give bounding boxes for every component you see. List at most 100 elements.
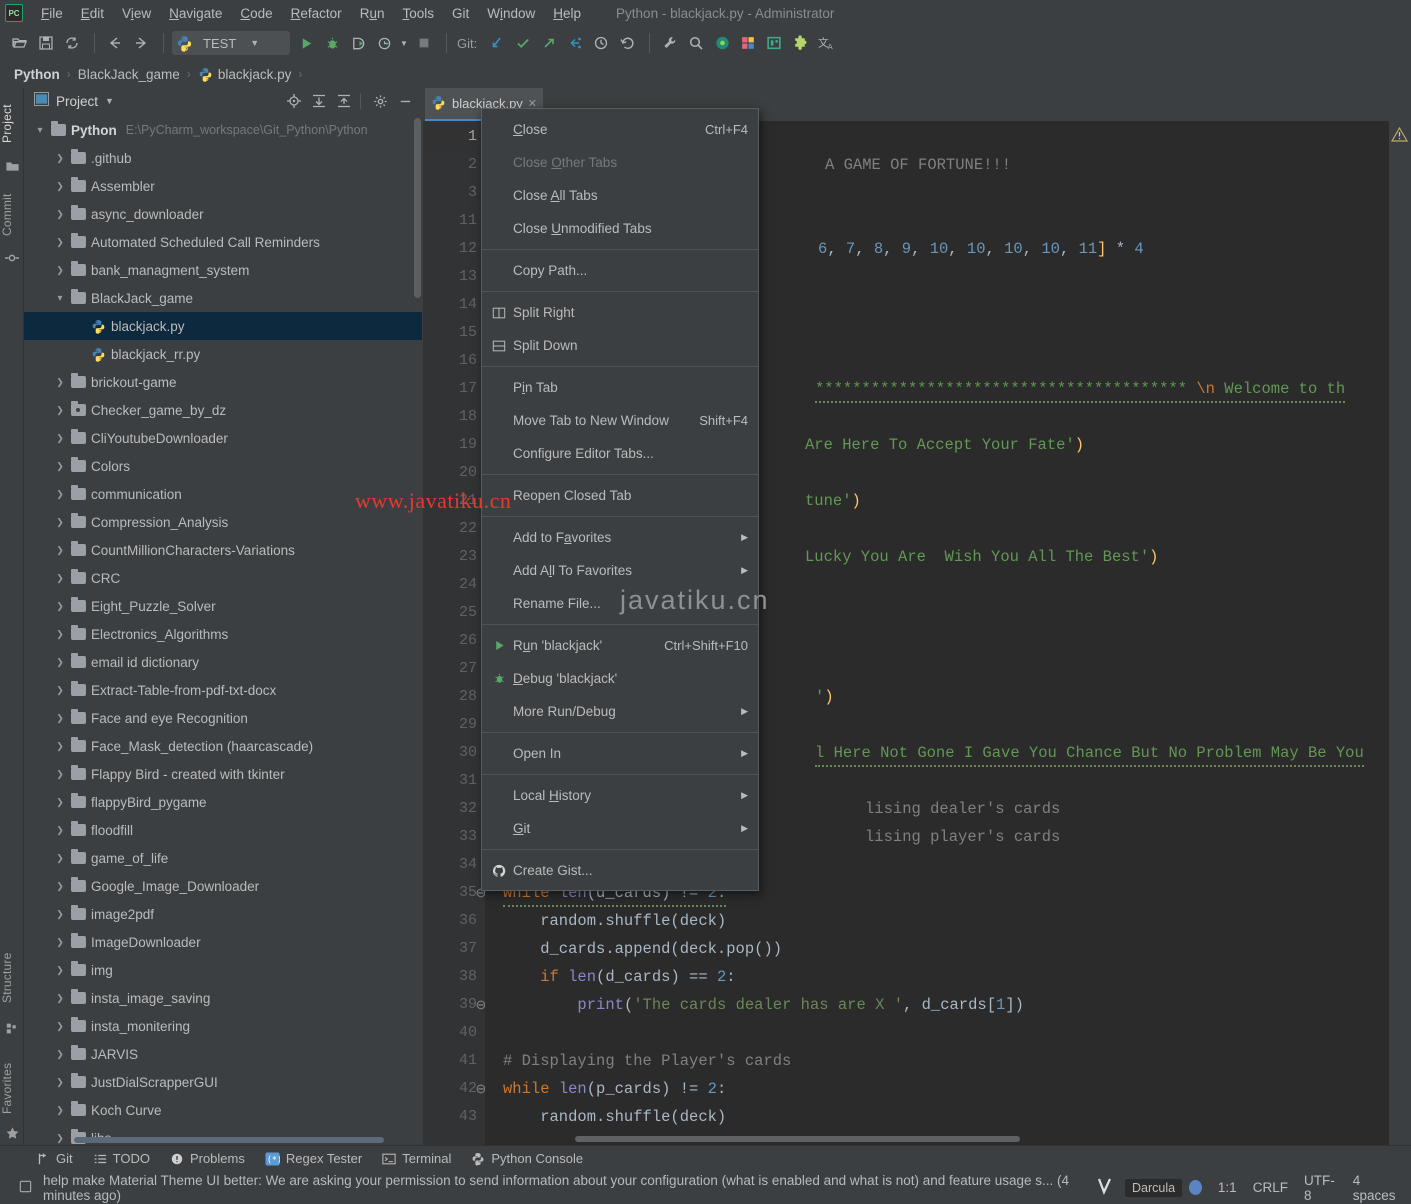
chevron-right-icon[interactable]: ❯ (52, 965, 68, 976)
tree-folder-communication[interactable]: ❯communication (24, 480, 422, 508)
tree-folder-checker-game-by-dz[interactable]: ❯Checker_game_by_dz (24, 396, 422, 424)
menu-help[interactable]: Help (544, 3, 590, 24)
breadcrumb-segment-file[interactable]: blackjack.py (218, 67, 292, 82)
chevron-right-icon[interactable]: ❯ (52, 629, 68, 640)
database-icon[interactable] (736, 31, 760, 55)
tree-folder-img[interactable]: ❯img (24, 956, 422, 984)
forward-arrow-icon[interactable] (129, 31, 153, 55)
chevron-right-icon[interactable]: ❯ (52, 405, 68, 416)
menu-item-local-history[interactable]: Local History▶ (482, 779, 758, 812)
tree-folder-insta-monitering[interactable]: ❯insta_monitering (24, 1012, 422, 1040)
tree-folder-crc[interactable]: ❯CRC (24, 564, 422, 592)
error-stripe-markers[interactable] (1389, 121, 1411, 1145)
menu-item-reopen-closed-tab[interactable]: Reopen Closed Tab (482, 479, 758, 512)
menu-item-split-down[interactable]: Split Down (482, 329, 758, 362)
tree-folder-async-downloader[interactable]: ❯async_downloader (24, 200, 422, 228)
event-log-icon[interactable] (18, 1179, 33, 1197)
menu-navigate[interactable]: Navigate (160, 3, 231, 24)
open-folder-icon[interactable] (8, 31, 32, 55)
indent-setting[interactable]: 4 spaces (1353, 1173, 1399, 1203)
commit-icon[interactable] (0, 248, 24, 268)
menu-window[interactable]: Window (478, 3, 544, 24)
tree-folder-blackjack-game[interactable]: ▾BlackJack_game (24, 284, 422, 312)
editor-gutter[interactable]: 1231112131415161718192021222324252627282… (423, 121, 485, 1145)
vcs-v-icon[interactable] (1097, 1177, 1113, 1198)
git-push-icon[interactable] (537, 31, 561, 55)
menu-item-split-right[interactable]: Split Right (482, 296, 758, 329)
theme-color-dot-icon[interactable] (1189, 1180, 1202, 1195)
tree-folder-justdialscrappergui[interactable]: ❯JustDialScrapperGUI (24, 1068, 422, 1096)
stop-icon[interactable] (412, 31, 436, 55)
tree-folder-cliyoutubedownloader[interactable]: ❯CliYoutubeDownloader (24, 424, 422, 452)
tree-folder-countmillioncharacters-variations[interactable]: ❯CountMillionCharacters-Variations (24, 536, 422, 564)
chevron-down-icon[interactable]: ▾ (32, 125, 48, 136)
menu-item-close-unmodified-tabs[interactable]: Close Unmodified Tabs (482, 212, 758, 245)
chevron-right-icon[interactable]: ❯ (52, 573, 68, 584)
menu-refactor[interactable]: Refactor (282, 3, 351, 24)
breadcrumb-segment-project[interactable]: Python (14, 67, 60, 82)
material-theme-icon[interactable] (710, 31, 734, 55)
status-message[interactable]: help make Material Theme UI better: We a… (43, 1173, 1097, 1203)
tree-folder-koch-curve[interactable]: ❯Koch Curve (24, 1096, 422, 1124)
menu-item-configure-editor-tabs[interactable]: Configure Editor Tabs... (482, 437, 758, 470)
chevron-right-icon[interactable]: ❯ (52, 181, 68, 192)
tool-window-button-git[interactable]: Git (26, 1148, 83, 1170)
menu-item-close-all-tabs[interactable]: Close All Tabs (482, 179, 758, 212)
chevron-right-icon[interactable]: ❯ (52, 797, 68, 808)
chevron-right-icon[interactable]: ❯ (52, 153, 68, 164)
profile-dropdown-icon[interactable]: ▼ (398, 31, 410, 55)
chevron-right-icon[interactable]: ❯ (52, 741, 68, 752)
chevron-right-icon[interactable]: ❯ (52, 1077, 68, 1088)
tree-vertical-scrollbar[interactable] (414, 118, 421, 298)
structure-icon[interactable] (0, 1018, 24, 1038)
tree-folder-image2pdf[interactable]: ❯image2pdf (24, 900, 422, 928)
tree-file-blackjack_rr-py[interactable]: blackjack_rr.py (24, 340, 422, 368)
chevron-right-icon[interactable]: ❯ (52, 489, 68, 500)
star-icon[interactable] (0, 1123, 24, 1143)
tree-folder-colors[interactable]: ❯Colors (24, 452, 422, 480)
menu-item-pin-tab[interactable]: Pin Tab (482, 371, 758, 404)
menu-item-run-blackjack[interactable]: Run 'blackjack'Ctrl+Shift+F10 (482, 629, 758, 662)
tree-folder-automated-scheduled-call-reminders[interactable]: ❯Automated Scheduled Call Reminders (24, 228, 422, 256)
theme-indicator[interactable]: Darcula (1125, 1179, 1182, 1197)
hide-panel-icon[interactable] (394, 91, 416, 111)
tree-folder-compression-analysis[interactable]: ❯Compression_Analysis (24, 508, 422, 536)
menu-item-copy-path[interactable]: Copy Path... (482, 254, 758, 287)
rollback-icon[interactable] (615, 31, 639, 55)
breadcrumb-segment-folder[interactable]: BlackJack_game (78, 67, 180, 82)
debug-icon[interactable] (320, 31, 344, 55)
chevron-right-icon[interactable]: ❯ (52, 1049, 68, 1060)
chevron-right-icon[interactable]: ❯ (52, 545, 68, 556)
warning-triangle-icon[interactable] (1389, 125, 1409, 143)
gear-icon[interactable] (369, 91, 391, 111)
menu-file[interactable]: File (32, 3, 72, 24)
tool-window-button-problems[interactable]: Problems (160, 1148, 255, 1170)
git-commit-icon[interactable] (511, 31, 535, 55)
tool-window-structure[interactable]: Structure (0, 943, 24, 1013)
chevron-right-icon[interactable]: ❯ (52, 685, 68, 696)
tool-window-project[interactable]: Project (0, 96, 24, 152)
line-separator[interactable]: CRLF (1253, 1180, 1288, 1195)
tree-folder-floodfill[interactable]: ❯floodfill (24, 816, 422, 844)
profile-icon[interactable] (372, 31, 396, 55)
menu-code[interactable]: Code (231, 3, 281, 24)
sync-icon[interactable] (60, 31, 84, 55)
tool-window-button-terminal[interactable]: Terminal (372, 1148, 461, 1170)
menu-run[interactable]: Run (351, 3, 394, 24)
menu-item-move-tab-to-new-window[interactable]: Move Tab to New WindowShift+F4 (482, 404, 758, 437)
menu-tools[interactable]: Tools (393, 3, 443, 24)
menu-item-close[interactable]: CloseCtrl+F4 (482, 113, 758, 146)
menu-item-git[interactable]: Git▶ (482, 812, 758, 845)
tree-folder-flappybird-pygame[interactable]: ❯flappyBird_pygame (24, 788, 422, 816)
chevron-right-icon[interactable]: ❯ (52, 601, 68, 612)
chevron-right-icon[interactable]: ❯ (52, 433, 68, 444)
chevron-down-icon[interactable]: ▼ (250, 38, 259, 48)
tree-folder-python[interactable]: ▾PythonE:\PyCharm_workspace\Git_Python\P… (24, 116, 422, 144)
tree-folder-brickout-game[interactable]: ❯brickout-game (24, 368, 422, 396)
tree-folder-jarvis[interactable]: ❯JARVIS (24, 1040, 422, 1068)
tool-window-button-todo[interactable]: TODO (83, 1148, 160, 1170)
chevron-right-icon[interactable]: ❯ (52, 461, 68, 472)
chevron-right-icon[interactable]: ❯ (52, 909, 68, 920)
tree-folder-email-id-dictionary[interactable]: ❯email id dictionary (24, 648, 422, 676)
chevron-right-icon[interactable]: ❯ (52, 517, 68, 528)
